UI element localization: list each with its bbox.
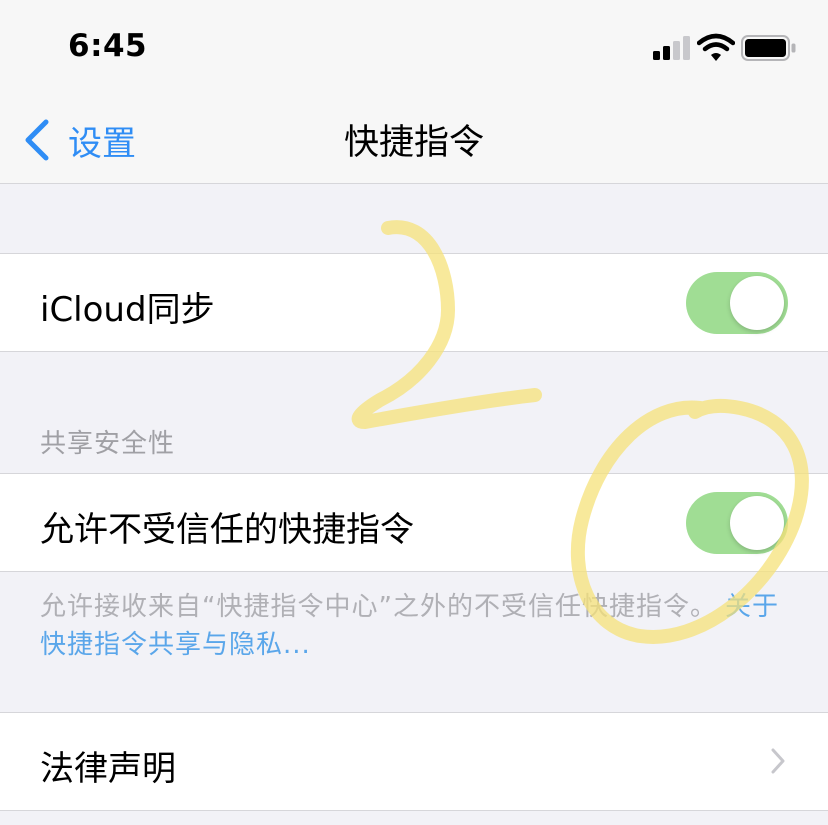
toggle-knob — [730, 276, 784, 330]
untrusted-shortcuts-toggle[interactable] — [686, 492, 788, 554]
section-footer: 允许接收来自“快捷指令中心”之外的不受信任快捷指令。 关于快捷指令共享与隐私... — [40, 588, 780, 664]
untrusted-shortcuts-row: 允许不受信任的快捷指令 — [0, 473, 828, 572]
icloud-sync-toggle[interactable] — [686, 272, 788, 334]
footer-text: 允许接收来自“快捷指令中心”之外的不受信任快捷指令。 — [40, 592, 717, 622]
icloud-sync-row: iCloud同步 — [0, 253, 828, 352]
status-time: 6:45 — [68, 28, 148, 64]
status-bar: 6:45 — [0, 0, 828, 96]
page-title: 快捷指令 — [343, 123, 484, 163]
legal-notices-row[interactable]: 法律声明 — [0, 712, 828, 811]
battery-icon — [741, 35, 796, 61]
navigation-bar: 设置 快捷指令 — [0, 96, 828, 184]
chevron-right-icon — [771, 748, 785, 774]
icloud-sync-label: iCloud同步 — [40, 290, 215, 330]
wifi-icon — [697, 33, 735, 61]
untrusted-shortcuts-label: 允许不受信任的快捷指令 — [40, 510, 414, 550]
toggle-knob — [730, 496, 784, 550]
section-header-sharing: 共享安全性 — [40, 429, 176, 459]
legal-notices-label: 法律声明 — [40, 749, 176, 789]
signal-icon — [653, 36, 690, 60]
